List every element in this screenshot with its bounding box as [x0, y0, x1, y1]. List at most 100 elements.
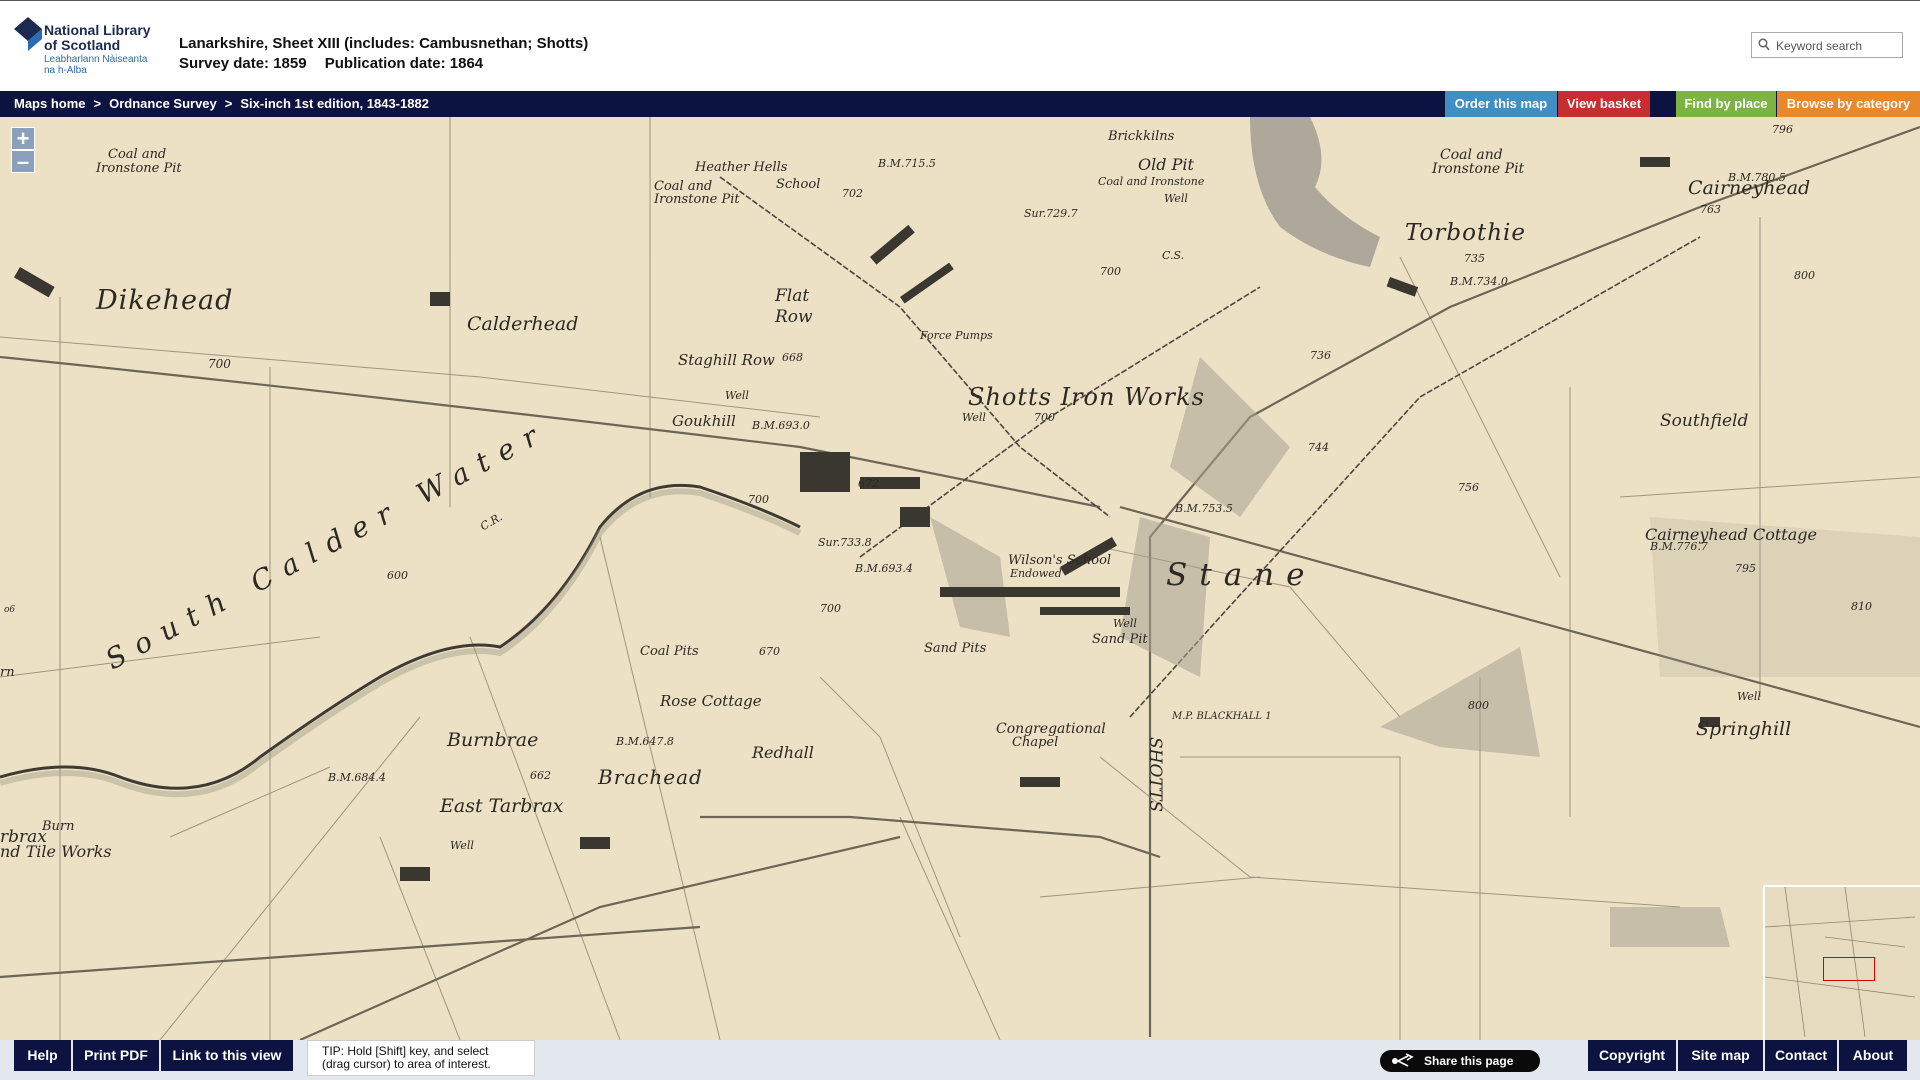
map-place-label: Brachead [598, 765, 703, 789]
map-place-label: Force Pumps [920, 329, 993, 342]
map-place-label: Sur.729.7 [1024, 207, 1078, 220]
map-place-label: School [776, 177, 821, 192]
map-place-label: 810 [1851, 600, 1872, 613]
about-button[interactable]: About [1839, 1040, 1907, 1071]
map-place-label: Flat [775, 286, 810, 306]
breadcrumb: Maps home > Ordnance Survey > Six-inch 1st e… [14, 96, 429, 111]
breadcrumb-separator: > [224, 96, 233, 111]
map-place-label: East Tarbrax [440, 795, 564, 817]
site-map-button[interactable]: Site map [1678, 1040, 1763, 1071]
map-place-label: Wilson's School [1008, 553, 1112, 568]
map-place-label: Ironstone Pit [654, 192, 740, 207]
search-input[interactable] [1774, 36, 1902, 56]
map-place-label: Rose Cottage [660, 692, 762, 710]
map-place-label: B.M.776.7 [1650, 540, 1708, 553]
map-place-label: nd Tile Works [0, 842, 112, 861]
map-place-label: Coal and [108, 147, 167, 162]
map-place-label: 702 [842, 187, 863, 200]
map-place-label: 670 [759, 645, 780, 658]
order-this-map-button[interactable]: Order this map [1445, 91, 1557, 117]
map-place-label: Calderhead [467, 313, 579, 335]
search-icon [1758, 38, 1770, 51]
map-place-label: Well [1737, 690, 1761, 703]
share-button[interactable]: Share this page [1380, 1050, 1540, 1072]
map-place-label: Ironstone Pit [96, 161, 182, 176]
share-label: Share this page [1424, 1054, 1514, 1068]
map-place-label: 700 [1100, 265, 1121, 278]
contact-button[interactable]: Contact [1765, 1040, 1837, 1071]
map-place-label: 756 [1458, 481, 1479, 494]
overview-map[interactable] [1763, 885, 1920, 1040]
map-place-label: 795 [1735, 562, 1756, 575]
map-place-label: Ironstone Pit [1432, 161, 1525, 177]
map-place-label: M.P. BLACKHALL 1 [1172, 711, 1272, 722]
map-place-label: Endowed [1010, 567, 1062, 580]
map-place-label: Sand Pit [1092, 632, 1148, 647]
map-place-label: o6 [4, 605, 16, 615]
map-place-label: Goukhill [672, 412, 736, 430]
map-place-label: C.S. [1162, 249, 1185, 262]
map-place-label: Redhall [752, 743, 814, 762]
map-place-label: Stane [1166, 557, 1317, 593]
map-place-label: 736 [1310, 349, 1331, 362]
tip-line2: (drag cursor) to area of interest. [322, 1057, 491, 1071]
map-place-label: 600 [387, 569, 408, 582]
map-place-label: Dikehead [96, 285, 234, 316]
map-place-label: 662 [530, 769, 551, 782]
browse-by-category-button[interactable]: Browse by category [1777, 91, 1920, 117]
map-place-label: 763 [1700, 203, 1721, 216]
publication-date: Publication date: 1864 [324, 55, 484, 72]
map-place-label: SHOTTS [1145, 737, 1165, 813]
map-place-label: Springhill [1696, 718, 1792, 740]
map-place-label: 800 [1468, 699, 1489, 712]
map-place-label: 672 [858, 477, 879, 490]
survey-date: Survey date: 1859 [179, 55, 307, 72]
nls-logo[interactable]: National Library of Scotland Leabharlann… [14, 17, 154, 79]
logo-diamond-icon [14, 17, 42, 51]
map-place-label: Staghill Row [678, 351, 775, 369]
breadcrumb-six-inch[interactable]: Six-inch 1st edition, 1843-1882 [240, 96, 429, 111]
logo-line2: of Scotland [44, 37, 121, 53]
map-place-label: B.M.684.4 [328, 771, 386, 784]
map-place-label: 735 [1464, 252, 1485, 265]
map-place-label: 800 [1794, 269, 1815, 282]
map-place-label: Well [1113, 617, 1137, 630]
breadcrumb-maps-home[interactable]: Maps home [14, 96, 86, 111]
map-place-label: Row [775, 307, 813, 327]
map-place-label: Old Pit [1138, 155, 1194, 174]
link-to-view-button[interactable]: Link to this view [161, 1040, 293, 1071]
zoom-out-button[interactable]: – [11, 150, 35, 173]
map-place-label: Coal Pits [640, 644, 699, 659]
map-place-label: Chapel [1012, 735, 1059, 750]
map-place-label: B.M.647.8 [616, 735, 674, 748]
map-place-label: Cairneyhead [1688, 177, 1811, 199]
logo-line1: National Library [44, 22, 151, 38]
page-header: National Library of Scotland Leabharlann… [0, 0, 1920, 91]
overview-viewport-box[interactable] [1823, 957, 1875, 981]
zoom-in-button[interactable]: + [11, 127, 35, 150]
keyword-search[interactable] [1751, 32, 1903, 58]
breadcrumb-separator: > [93, 96, 102, 111]
map-place-label: B.M.693.4 [855, 562, 913, 575]
map-place-label: Shotts Iron Works [968, 383, 1205, 411]
map-place-label: Well [450, 839, 474, 852]
map-place-label: Brickkilns [1108, 129, 1175, 144]
print-pdf-button[interactable]: Print PDF [73, 1040, 159, 1071]
map-place-label: 668 [782, 351, 803, 364]
map-title-block: Lanarkshire, Sheet XIII (includes: Cambu… [179, 34, 588, 74]
map-place-label: B.M.734.0 [1450, 275, 1508, 288]
copyright-button[interactable]: Copyright [1588, 1040, 1676, 1071]
map-place-label: Coal and Ironstone [1098, 175, 1205, 188]
map-place-label: Heather Hells [695, 160, 788, 175]
find-by-place-button[interactable]: Find by place [1676, 91, 1776, 117]
breadcrumb-ordnance-survey[interactable]: Ordnance Survey [109, 96, 217, 111]
map-place-label: 744 [1308, 441, 1329, 454]
view-basket-button[interactable]: View basket [1558, 91, 1650, 117]
map-viewport[interactable]: Coal and Ironstone Pit Dikehead Calderhead 7… [0, 117, 1920, 1040]
page-footer: Help Print PDF Link to this view TIP: Ho… [0, 1040, 1920, 1080]
page-title: Lanarkshire, Sheet XIII (includes: Cambu… [179, 35, 589, 52]
help-button[interactable]: Help [14, 1040, 71, 1071]
map-place-label: Southfield [1660, 411, 1749, 431]
map-place-label: rn [0, 665, 15, 680]
share-icon [1392, 1053, 1414, 1067]
